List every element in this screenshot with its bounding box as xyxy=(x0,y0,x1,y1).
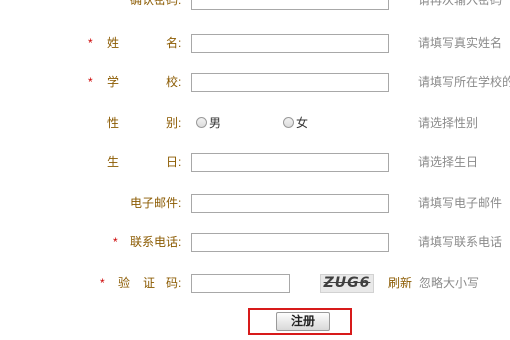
phone-label: 联系电话: xyxy=(130,235,182,249)
phone-input[interactable] xyxy=(191,233,389,252)
captcha-label-c: 码: xyxy=(166,276,182,290)
captcha-input[interactable] xyxy=(191,274,290,293)
gender-male-option[interactable]: 男 xyxy=(196,113,221,133)
confirm-password-hint: 请再次输入密码 xyxy=(418,0,503,7)
required-mark: * xyxy=(100,276,105,290)
gender-male-radio[interactable] xyxy=(196,117,207,128)
gender-female-radio[interactable] xyxy=(283,117,294,128)
real-name-label-a: 姓 xyxy=(107,36,120,50)
captcha-label-b: 证 xyxy=(143,276,156,290)
gender-female-label: 女 xyxy=(296,116,309,130)
row-birthday: 生 日: 请选择生日 xyxy=(0,152,510,176)
email-input[interactable] xyxy=(191,194,389,213)
phone-hint: 请填写联系电话 xyxy=(418,235,503,249)
captcha-hint: 忽略大小写 xyxy=(419,276,480,290)
birthday-input[interactable] xyxy=(191,153,389,172)
row-real-name: * 姓 名: 请填写真实姓名 xyxy=(0,33,510,57)
required-mark: * xyxy=(88,36,93,50)
gender-male-label: 男 xyxy=(209,116,222,130)
birthday-label-a: 生 xyxy=(107,155,120,169)
submit-highlight-box: 注册 xyxy=(248,308,352,335)
gender-label-b: 别: xyxy=(166,116,182,130)
school-label-a: 学 xyxy=(107,75,120,89)
captcha-label-a: 验 xyxy=(118,276,131,290)
gender-female-option[interactable]: 女 xyxy=(283,113,308,133)
real-name-hint: 请填写真实姓名 xyxy=(418,36,503,50)
birthday-label-b: 日: xyxy=(166,155,182,169)
required-mark: * xyxy=(88,75,93,89)
register-button[interactable]: 注册 xyxy=(276,312,330,331)
gender-label-a: 性 xyxy=(107,116,120,130)
school-label-b: 校: xyxy=(166,75,182,89)
gender-hint: 请选择性别 xyxy=(418,116,479,130)
required-mark: * xyxy=(113,235,118,249)
real-name-label-b: 名: xyxy=(166,36,182,50)
row-gender: 性 别: 男 女 请选择性别 xyxy=(0,113,510,137)
row-school: * 学 校: 请填写所在学校的 xyxy=(0,72,510,96)
row-phone: * 联系电话: 请填写联系电话 xyxy=(0,232,510,256)
required-mark: * xyxy=(110,0,115,7)
row-captcha: * 验 证 码: ZUG6 刷新 忽略大小写 xyxy=(0,273,510,297)
school-hint: 请填写所在学校的 xyxy=(418,75,510,89)
email-label: 电子邮件: xyxy=(130,196,182,210)
school-input[interactable] xyxy=(191,73,389,92)
confirm-password-input[interactable] xyxy=(191,0,389,10)
birthday-hint: 请选择生日 xyxy=(418,155,479,169)
email-hint: 请填写电子邮件 xyxy=(418,196,503,210)
real-name-input[interactable] xyxy=(191,34,389,53)
confirm-password-label: 确认密码: xyxy=(130,0,182,7)
row-email: 电子邮件: 请填写电子邮件 xyxy=(0,193,510,217)
row-confirm-password: * 确认密码: 请再次输入密码 xyxy=(0,0,510,14)
captcha-image[interactable]: ZUG6 xyxy=(320,274,374,293)
captcha-refresh-link[interactable]: 刷新 xyxy=(388,273,412,293)
